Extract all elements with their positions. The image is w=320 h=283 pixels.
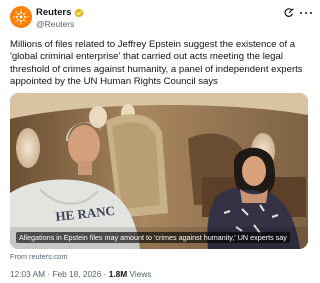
tweet-card: Reuters @Reuters Millions of files relat… bbox=[0, 0, 320, 283]
views-label: Views bbox=[127, 269, 152, 279]
media-photo: HE RANC bbox=[10, 93, 308, 249]
author-name-row[interactable]: Reuters bbox=[36, 7, 84, 18]
author-handle[interactable]: @Reuters bbox=[36, 19, 74, 29]
verified-badge-icon[interactable] bbox=[74, 7, 84, 18]
tweet-meta: 12:03 AM · Feb 18, 2026 · 1.8M Views bbox=[10, 269, 151, 279]
reuters-logo-icon bbox=[13, 9, 29, 25]
tweet-text-line: appointed by the UN Human Rights Council… bbox=[10, 75, 218, 87]
more-options-icon[interactable] bbox=[300, 8, 312, 18]
link-source[interactable]: From reuters.com bbox=[10, 252, 68, 261]
tweet-date[interactable]: Feb 18, 2026 bbox=[52, 269, 101, 279]
tweet-text-line: Millions of files related to Jeffrey Eps… bbox=[10, 39, 296, 50]
media-caption: Allegations in Epstein files may amount … bbox=[16, 232, 290, 243]
meta-separator: · bbox=[101, 269, 109, 279]
grok-icon[interactable] bbox=[284, 8, 294, 18]
tweet-text-line: 'global criminal enterprise' that carrie… bbox=[10, 51, 283, 63]
tweet-text: Millions of files related to Jeffrey Eps… bbox=[10, 39, 312, 88]
tweet-time[interactable]: 12:03 AM bbox=[10, 269, 45, 279]
views-count: 1.8M bbox=[108, 269, 128, 279]
media-card[interactable]: HE RANC Allegations in Epstein files may… bbox=[10, 93, 308, 249]
tweet-text-line: threshold of crimes against humanity, a … bbox=[10, 63, 303, 75]
avatar[interactable] bbox=[10, 6, 32, 28]
author-name[interactable]: Reuters bbox=[36, 7, 71, 18]
